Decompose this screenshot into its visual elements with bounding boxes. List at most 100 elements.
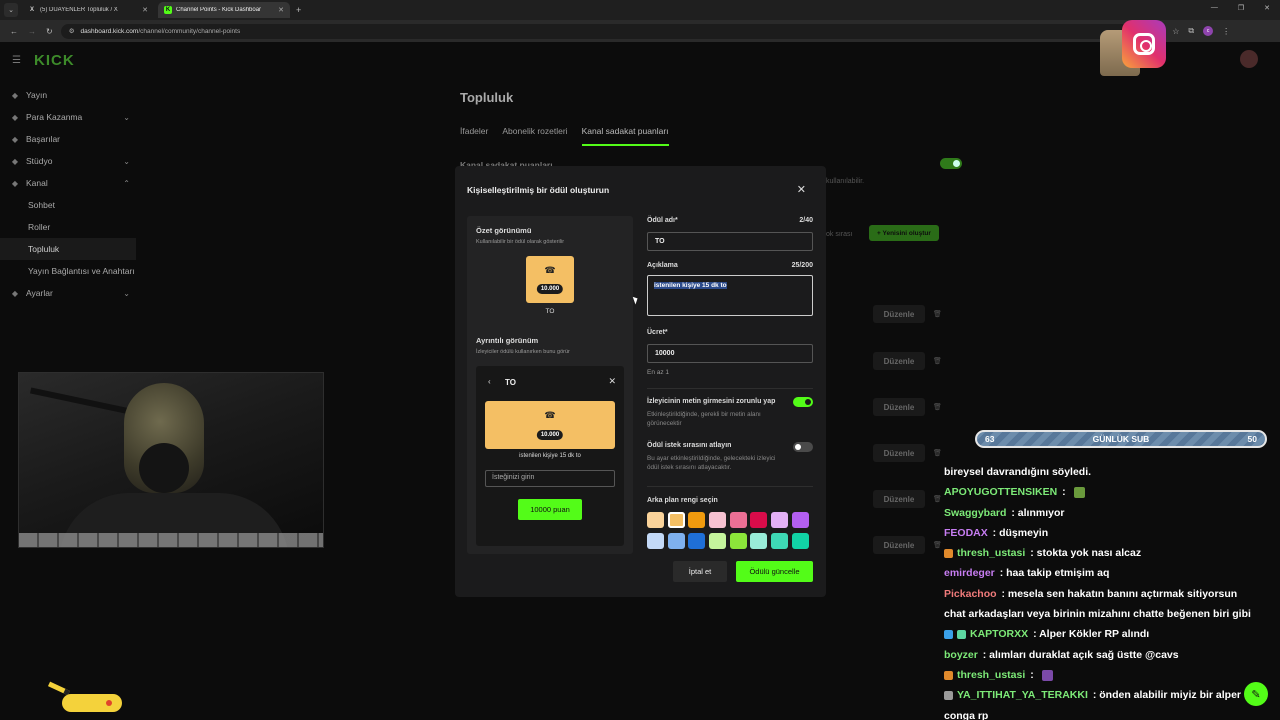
color-swatch[interactable] xyxy=(729,512,747,528)
queue-link[interactable]: ok sırası xyxy=(826,231,852,238)
chat-username[interactable]: APOYUGOTTENSIKEN xyxy=(944,482,1057,502)
chat-username[interactable]: thresh_ustasi xyxy=(957,665,1025,685)
bookmark-star-icon[interactable]: ☆ xyxy=(1172,27,1179,36)
modal-title: Kişiselleştirilmiş bir ödül oluşturun xyxy=(467,185,610,195)
trash-icon[interactable]: 🗑 xyxy=(933,310,942,318)
address-bar: ← → ↻ ⚙ dashboard.kick.com/channel/commu… xyxy=(0,20,1280,42)
color-swatch[interactable] xyxy=(709,533,727,549)
channel-icon: ◆ xyxy=(11,178,19,188)
cost-input[interactable]: 10000 xyxy=(647,344,813,363)
close-icon[interactable]: ✕ xyxy=(278,6,284,14)
chat-username[interactable]: KAPTORXX xyxy=(970,624,1028,644)
minimize-icon[interactable]: — xyxy=(1211,4,1218,12)
require-text-toggle[interactable] xyxy=(793,397,813,407)
back-icon[interactable]: ‹ xyxy=(488,377,491,386)
request-input[interactable]: İsteğinizi girin xyxy=(485,470,615,487)
sidebar-item[interactable]: ◆ Kanal ⌃ xyxy=(0,172,136,194)
sidebar-item[interactable]: Yayın Bağlantısı ve Anahtarı xyxy=(0,260,136,282)
color-swatch[interactable] xyxy=(667,512,685,528)
reward-preview: Özet görünümü Kullanılabilir bir ödül ol… xyxy=(467,216,633,554)
browser-tab-x[interactable]: X (5) DUAYENLER Topluluk / X ✕ xyxy=(22,2,154,18)
sidebar-item[interactable]: ◆ Yayın xyxy=(0,84,136,106)
color-swatch[interactable] xyxy=(688,512,706,528)
tab-sub-badges[interactable]: Abonelik rozetleri xyxy=(502,126,567,146)
chat-username[interactable]: thresh_ustasi xyxy=(957,543,1025,563)
edit-button[interactable]: Düzenle xyxy=(873,398,925,416)
channel-points-toggle[interactable] xyxy=(940,158,962,169)
kick-logo[interactable]: KICK xyxy=(34,52,75,69)
create-new-button[interactable]: + Yenisini oluştur xyxy=(869,225,939,241)
cancel-button[interactable]: İptal et xyxy=(673,561,727,582)
pikachu-sticker xyxy=(44,681,124,716)
edit-button[interactable]: Düzenle xyxy=(873,305,925,323)
sidebar-item[interactable]: Sohbet xyxy=(0,194,136,216)
color-swatch[interactable] xyxy=(667,533,685,549)
close-icon[interactable]: ✕ xyxy=(608,376,616,387)
site-info-icon[interactable]: ⚙ xyxy=(69,27,75,35)
color-swatch[interactable] xyxy=(791,512,809,528)
tab-channel-points[interactable]: Kanal sadakat puanları xyxy=(581,126,669,146)
browser-tab-kick[interactable]: K Channel Points - Kick Dashboar ✕ xyxy=(158,2,290,18)
color-swatch[interactable] xyxy=(729,533,747,549)
edit-button[interactable]: Düzenle xyxy=(873,444,925,462)
restore-icon[interactable]: ❐ xyxy=(1238,4,1244,12)
profile-avatar[interactable]: c xyxy=(1203,26,1214,36)
chevron-down-icon[interactable]: ⌄ xyxy=(123,157,130,166)
chevron-up-icon[interactable]: ⌃ xyxy=(123,179,130,188)
sidebar-item[interactable]: Topluluk xyxy=(0,238,136,260)
avatar xyxy=(1240,50,1258,68)
reload-icon[interactable]: ↻ xyxy=(46,27,53,36)
reward-name-input[interactable]: TO xyxy=(647,232,813,251)
color-swatch[interactable] xyxy=(688,533,706,549)
tab-emotes[interactable]: İfadeler xyxy=(460,126,488,146)
forward-icon[interactable]: → xyxy=(28,27,36,36)
close-icon[interactable]: ✕ xyxy=(142,6,148,14)
skip-queue-toggle[interactable] xyxy=(793,442,813,452)
sidebar-item[interactable]: ◆ Başarılar xyxy=(0,128,136,150)
trash-icon[interactable]: 🗑 xyxy=(933,541,942,549)
close-icon[interactable]: ✕ xyxy=(797,183,806,196)
edit-button[interactable]: Düzenle xyxy=(873,536,925,554)
window-close-icon[interactable]: ✕ xyxy=(1264,4,1270,12)
browser-menu-icon[interactable]: ⋮ xyxy=(1222,27,1230,36)
extensions-icon[interactable]: ⧉ xyxy=(1188,26,1194,36)
sidebar-item[interactable]: Roller xyxy=(0,216,136,238)
tab-search-icon[interactable]: ⌄ xyxy=(4,3,18,17)
update-reward-button[interactable]: Ödülü güncelle xyxy=(736,561,813,582)
sidebar-item-label: Başarılar xyxy=(26,134,61,144)
trash-icon[interactable]: 🗑 xyxy=(933,449,942,457)
chat-username[interactable]: boyzer xyxy=(944,645,978,665)
chat-username[interactable]: YA_ITTIHAT_YA_TERAKKI xyxy=(957,685,1088,705)
new-tab-icon[interactable]: + xyxy=(296,5,301,15)
url-field[interactable]: ⚙ dashboard.kick.com/channel/community/c… xyxy=(60,23,1151,39)
chat-username[interactable]: Pickachoo xyxy=(944,584,997,604)
description-counter: 25/200 xyxy=(791,262,813,269)
sidebar-item[interactable]: ◆ Ayarlar ⌄ xyxy=(0,282,136,304)
trash-icon[interactable]: 🗑 xyxy=(933,403,942,411)
edit-button[interactable]: Düzenle xyxy=(873,352,925,370)
description-textarea[interactable]: istenilen kişiye 15 dk to xyxy=(647,275,813,316)
edit-button[interactable]: Düzenle xyxy=(873,490,925,508)
sidebar-item-label: Roller xyxy=(28,222,51,232)
chat-username[interactable]: emirdeger xyxy=(944,563,995,583)
color-swatch[interactable] xyxy=(709,512,727,528)
chevron-down-icon[interactable]: ⌄ xyxy=(123,289,130,298)
chat-username[interactable]: Swaggybard xyxy=(944,503,1006,523)
chat-icon[interactable]: ✎ xyxy=(1244,682,1268,706)
back-icon[interactable]: ← xyxy=(10,27,18,36)
color-swatch[interactable] xyxy=(791,533,809,549)
redeem-button[interactable]: 10000 puan xyxy=(518,499,582,520)
color-swatch[interactable] xyxy=(647,533,664,549)
trash-icon[interactable]: 🗑 xyxy=(933,495,942,503)
menu-icon[interactable]: ☰ xyxy=(12,55,21,66)
chat-username[interactable]: FEODAX xyxy=(944,523,988,543)
chevron-down-icon[interactable]: ⌄ xyxy=(123,113,130,122)
color-swatch[interactable] xyxy=(647,512,664,528)
color-swatch[interactable] xyxy=(771,533,789,549)
sidebar-item[interactable]: ◆ Stüdyo ⌄ xyxy=(0,150,136,172)
color-swatch[interactable] xyxy=(750,512,768,528)
color-swatch[interactable] xyxy=(750,533,768,549)
sidebar-item[interactable]: ◆ Para Kazanma ⌄ xyxy=(0,106,136,128)
color-swatch[interactable] xyxy=(771,512,789,528)
trash-icon[interactable]: 🗑 xyxy=(933,357,942,365)
